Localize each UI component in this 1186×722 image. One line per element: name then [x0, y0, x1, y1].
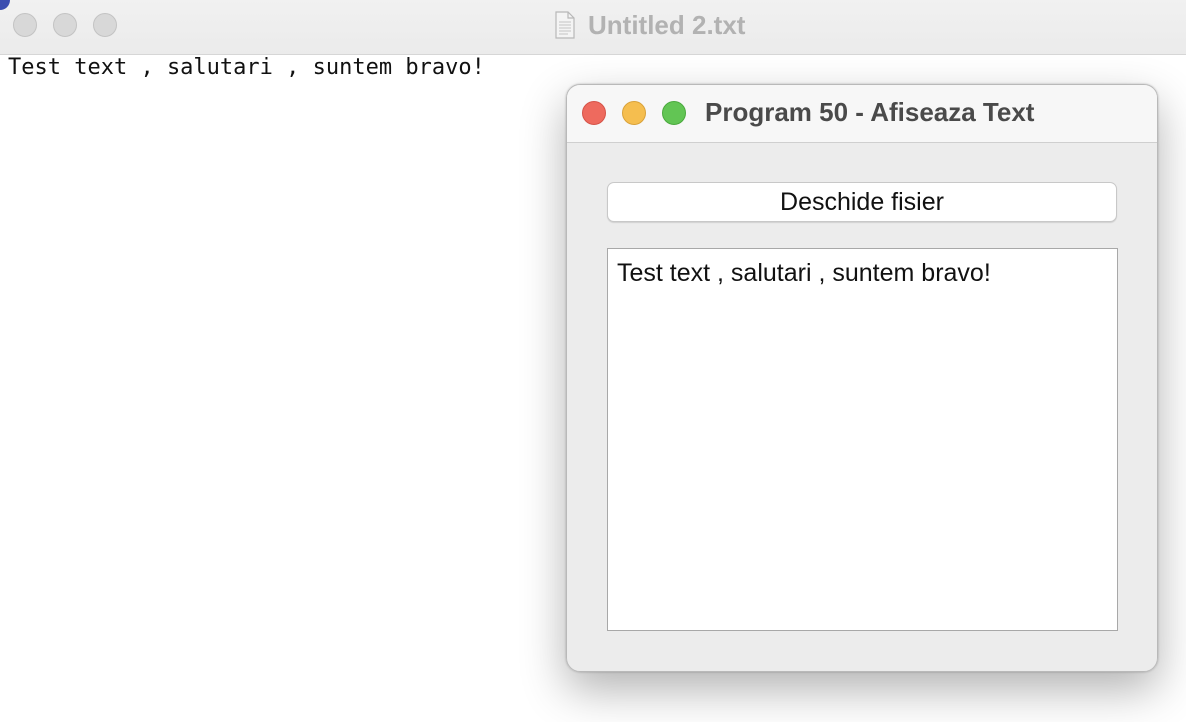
editor-titlebar[interactable]: Untitled 2.txt: [0, 0, 1186, 55]
dialog-close-button[interactable]: [582, 101, 606, 125]
editor-text-content[interactable]: Test text , salutari , suntem bravo!: [8, 55, 485, 80]
editor-minimize-button[interactable]: [53, 13, 77, 37]
dialog-title: Program 50 - Afiseaza Text: [705, 97, 1035, 127]
editor-zoom-button[interactable]: [93, 13, 117, 37]
dialog-zoom-button[interactable]: [662, 101, 686, 125]
text-display-area[interactable]: Test text , salutari , suntem bravo!: [607, 248, 1118, 631]
editor-title-text: Untitled 2.txt: [588, 9, 746, 40]
editor-title: Untitled 2.txt: [554, 10, 745, 40]
dialog-titlebar[interactable]: Program 50 - Afiseaza Text: [567, 85, 1157, 143]
editor-close-button[interactable]: [13, 13, 37, 37]
open-file-button[interactable]: Deschide fisier: [607, 182, 1117, 222]
dialog-minimize-button[interactable]: [622, 101, 646, 125]
program-window: Program 50 - Afiseaza Text Deschide fisi…: [566, 84, 1158, 672]
document-icon: [555, 11, 575, 39]
